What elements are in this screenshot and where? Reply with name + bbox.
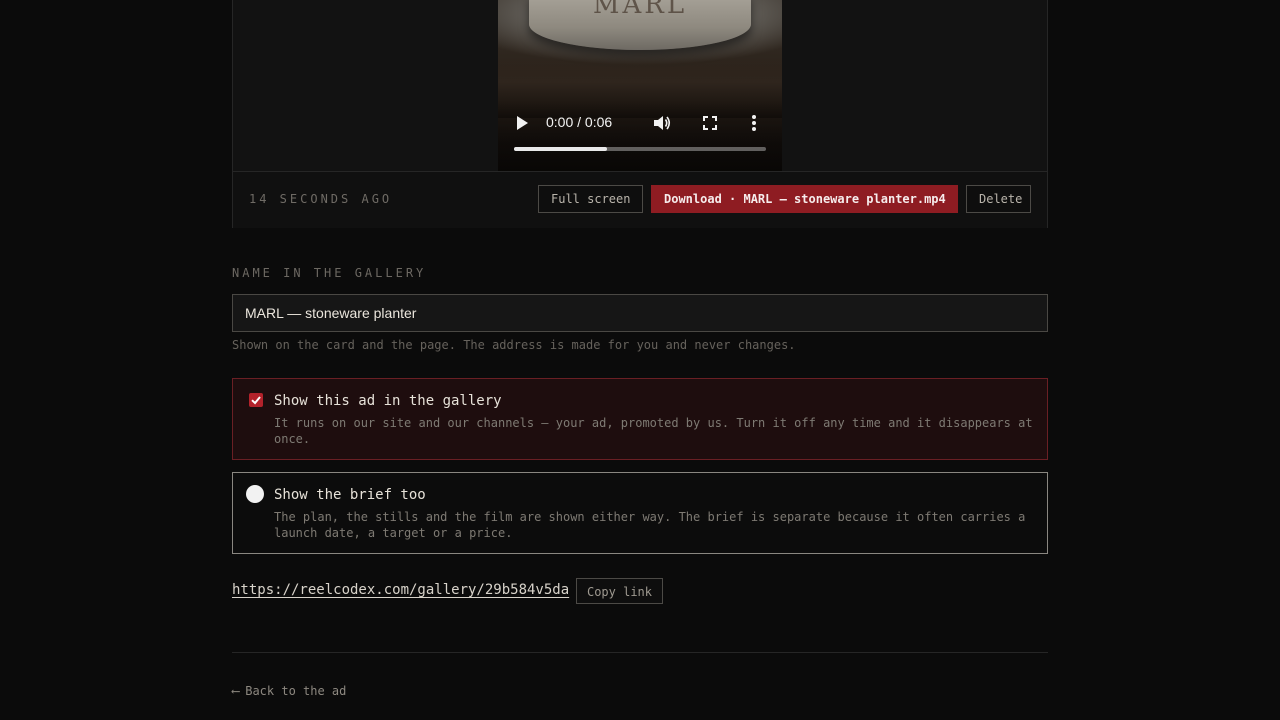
show-brief-description: The plan, the stills and the film are sh… — [274, 510, 1026, 540]
delete-button[interactable]: Delete — [966, 185, 1031, 213]
gallery-name-label: NAME IN THE GALLERY — [232, 266, 427, 280]
more-vertical-icon[interactable] — [751, 114, 757, 132]
gallery-name-input[interactable] — [232, 294, 1048, 332]
volume-icon[interactable] — [653, 114, 671, 132]
video-card: MARL 0:00 / 0:06 14 SECONDS AGO Full scr… — [232, 0, 1048, 228]
created-timestamp: 14 SECONDS AGO — [249, 192, 393, 206]
video-player[interactable]: MARL 0:00 / 0:06 — [498, 0, 782, 171]
planter-brand-text: MARL — [592, 0, 688, 20]
gallery-name-hint: Shown on the card and the page. The addr… — [232, 338, 796, 352]
show-in-gallery-title: Show this ad in the gallery — [274, 393, 502, 409]
video-controls — [498, 101, 782, 171]
show-in-gallery-checkbox[interactable] — [249, 393, 263, 407]
copy-link-button[interactable]: Copy link — [576, 578, 663, 604]
footer-divider — [232, 652, 1048, 653]
video-progress-bar[interactable] — [514, 147, 766, 151]
show-brief-radio[interactable] — [246, 485, 264, 503]
planter-image: MARL — [529, 0, 751, 50]
video-time: 0:00 / 0:06 — [546, 114, 613, 130]
show-brief-option[interactable]: Show the brief too The plan, the stills … — [232, 472, 1048, 554]
download-button[interactable]: Download · MARL — stoneware planter.mp4 — [651, 185, 958, 213]
video-progress-fill — [514, 147, 608, 151]
gallery-url-link[interactable]: https://reelcodex.com/gallery/29b584v5da — [232, 582, 569, 598]
play-icon[interactable] — [515, 115, 529, 131]
full-screen-button[interactable]: Full screen — [538, 185, 643, 213]
back-to-ad-link[interactable]: ⟵ Back to the ad — [232, 684, 346, 698]
show-in-gallery-option[interactable]: Show this ad in the gallery It runs on o… — [232, 378, 1048, 460]
fullscreen-icon[interactable] — [703, 115, 717, 130]
video-actions-bar: 14 SECONDS AGO Full screen Download · MA… — [233, 171, 1047, 228]
show-brief-title: Show the brief too — [274, 487, 426, 503]
back-to-ad-label: Back to the ad — [245, 684, 347, 698]
show-in-gallery-description: It runs on our site and our channels — y… — [274, 416, 1033, 446]
back-arrow-icon: ⟵ — [232, 684, 240, 698]
checkmark-icon — [251, 396, 261, 405]
